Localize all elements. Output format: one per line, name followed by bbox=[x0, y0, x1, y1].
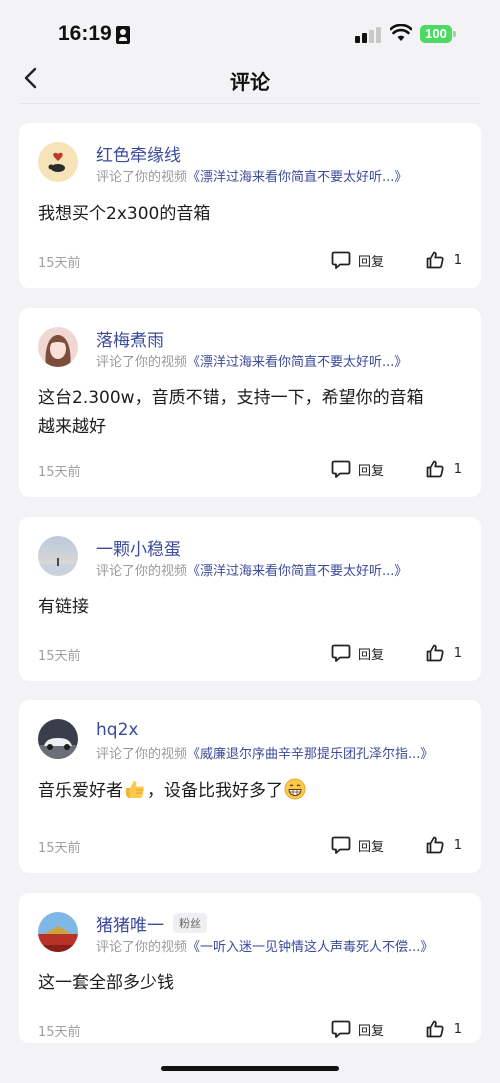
reply-button[interactable]: 回复 bbox=[331, 1018, 384, 1040]
reply-label: 回复 bbox=[357, 463, 384, 479]
comment-bubble-icon bbox=[331, 460, 351, 478]
comment-footer: 15天前 回复 1 bbox=[38, 1018, 462, 1040]
comment-text-part: ，设备比我好多了 bbox=[147, 781, 283, 801]
like-count: 1 bbox=[453, 252, 462, 268]
comment-card: 红色牵缘线 评论了你的视频《漂洋过海来看你简直不要太好听...》 我想买个2x3… bbox=[19, 123, 481, 288]
comment-card: 落梅煮雨 评论了你的视频《漂洋过海来看你简直不要太好听...》 这台2.300w… bbox=[19, 308, 481, 497]
time-ago: 15天前 bbox=[38, 649, 81, 664]
status-bar: 16:19 100 bbox=[0, 0, 500, 60]
comment-text-part: 音乐爱好者 bbox=[38, 781, 123, 801]
username[interactable]: 一颗小稳蛋 bbox=[96, 535, 181, 560]
reply-button[interactable]: 回复 bbox=[331, 834, 384, 856]
thumbs-up-icon bbox=[426, 1020, 444, 1038]
like-count: 1 bbox=[453, 837, 462, 853]
reply-button[interactable]: 回复 bbox=[331, 642, 384, 664]
comment-text: 我想买个2x300的音箱 bbox=[38, 204, 211, 224]
home-indicator[interactable] bbox=[161, 1066, 339, 1071]
grinning-face-emoji-icon bbox=[284, 778, 306, 800]
reply-label: 回复 bbox=[357, 1023, 384, 1039]
reply-label: 回复 bbox=[357, 647, 384, 663]
comment-bubble-icon bbox=[331, 644, 351, 662]
like-button[interactable]: 1 bbox=[426, 249, 462, 271]
like-count: 1 bbox=[453, 645, 462, 661]
comment-card: hq2x 评论了你的视频《威廉退尔序曲辛辛那提乐团孔泽尔指...》 音乐爱好者 … bbox=[19, 700, 481, 873]
comment-footer: 15天前 回复 1 bbox=[38, 249, 462, 271]
comment-text-line: 这台2.300w，音质不错，支持一下，希望你的音箱 bbox=[38, 388, 424, 408]
time-ago: 15天前 bbox=[38, 256, 81, 271]
comment-meta: 评论了你的视频《漂洋过海来看你简直不要太好听...》 bbox=[96, 351, 407, 370]
meta-prefix: 评论了你的视频 bbox=[96, 747, 188, 762]
username[interactable]: 落梅煮雨 bbox=[96, 326, 164, 351]
nav-divider bbox=[20, 103, 480, 104]
contact-card-icon bbox=[116, 26, 130, 44]
nav-bar: 评论 bbox=[0, 60, 500, 104]
comment-footer: 15天前 回复 1 bbox=[38, 458, 462, 480]
cellular-signal-icon bbox=[355, 27, 381, 43]
meta-prefix: 评论了你的视频 bbox=[96, 355, 188, 370]
video-link[interactable]: 《威廉退尔序曲辛辛那提乐团孔泽尔指...》 bbox=[187, 747, 433, 762]
like-button[interactable]: 1 bbox=[426, 1018, 462, 1040]
battery-icon: 100 bbox=[420, 25, 456, 43]
thumbs-up-icon bbox=[426, 251, 444, 269]
thumbs-up-icon bbox=[426, 644, 444, 662]
video-link[interactable]: 《漂洋过海来看你简直不要太好听...》 bbox=[187, 564, 407, 579]
like-count: 1 bbox=[453, 1021, 462, 1037]
reply-label: 回复 bbox=[357, 254, 384, 270]
video-link[interactable]: 《漂洋过海来看你简直不要太好听...》 bbox=[187, 170, 407, 185]
time-ago: 15天前 bbox=[38, 841, 81, 856]
comment-bubble-icon bbox=[331, 836, 351, 854]
comment-meta: 评论了你的视频《威廉退尔序曲辛辛那提乐团孔泽尔指...》 bbox=[96, 743, 433, 762]
thumbs-up-icon bbox=[426, 460, 444, 478]
reply-button[interactable]: 回复 bbox=[331, 458, 384, 480]
video-link[interactable]: 《漂洋过海来看你简直不要太好听...》 bbox=[187, 355, 407, 370]
comment-text: 有链接 bbox=[38, 597, 89, 617]
username[interactable]: hq2x bbox=[96, 720, 138, 740]
comment-meta: 评论了你的视频《一听入迷一见钟情这人声毒死人不偿...》 bbox=[96, 936, 433, 955]
time-ago: 15天前 bbox=[38, 465, 81, 480]
comment-text-line: 越来越好 bbox=[38, 417, 106, 437]
comment-card: 一颗小稳蛋 评论了你的视频《漂洋过海来看你简直不要太好听...》 有链接 15天… bbox=[19, 517, 481, 681]
comment-bubble-icon bbox=[331, 1020, 351, 1038]
meta-prefix: 评论了你的视频 bbox=[96, 170, 188, 185]
username[interactable]: 猪猪唯一 bbox=[96, 911, 164, 936]
video-link[interactable]: 《一听入迷一见钟情这人声毒死人不偿...》 bbox=[187, 940, 433, 955]
reply-button[interactable]: 回复 bbox=[331, 249, 384, 271]
comment-text: 这台2.300w，音质不错，支持一下，希望你的音箱 越来越好 bbox=[38, 384, 463, 442]
time-ago: 15天前 bbox=[38, 1025, 81, 1040]
comment-text: 音乐爱好者 ，设备比我好多了 bbox=[38, 777, 463, 806]
meta-prefix: 评论了你的视频 bbox=[96, 940, 188, 955]
thumbs-up-emoji-icon bbox=[126, 781, 144, 798]
like-button[interactable]: 1 bbox=[426, 834, 462, 856]
like-count: 1 bbox=[453, 461, 462, 477]
comment-meta: 评论了你的视频《漂洋过海来看你简直不要太好听...》 bbox=[96, 166, 407, 185]
like-button[interactable]: 1 bbox=[426, 458, 462, 480]
wifi-icon bbox=[390, 24, 412, 41]
comment-bubble-icon bbox=[331, 251, 351, 269]
like-button[interactable]: 1 bbox=[426, 642, 462, 664]
avatar[interactable] bbox=[38, 327, 78, 367]
username[interactable]: 红色牵缘线 bbox=[96, 141, 181, 166]
avatar[interactable] bbox=[38, 142, 78, 182]
comment-footer: 15天前 回复 1 bbox=[38, 834, 462, 856]
reply-label: 回复 bbox=[357, 839, 384, 855]
comment-text: 这一套全部多少钱 bbox=[38, 973, 174, 993]
battery-level: 100 bbox=[420, 25, 452, 43]
thumbs-up-icon bbox=[426, 836, 444, 854]
status-time: 16:19 bbox=[58, 22, 112, 45]
comment-meta: 评论了你的视频《漂洋过海来看你简直不要太好听...》 bbox=[96, 560, 407, 579]
comment-footer: 15天前 回复 1 bbox=[38, 642, 462, 664]
avatar[interactable] bbox=[38, 912, 78, 952]
avatar[interactable] bbox=[38, 719, 78, 759]
meta-prefix: 评论了你的视频 bbox=[96, 564, 188, 579]
fan-badge: 粉丝 bbox=[173, 913, 207, 933]
avatar[interactable] bbox=[38, 536, 78, 576]
comment-card: 猪猪唯一 粉丝 评论了你的视频《一听入迷一见钟情这人声毒死人不偿...》 这一套… bbox=[19, 893, 481, 1043]
page-title: 评论 bbox=[230, 70, 270, 94]
